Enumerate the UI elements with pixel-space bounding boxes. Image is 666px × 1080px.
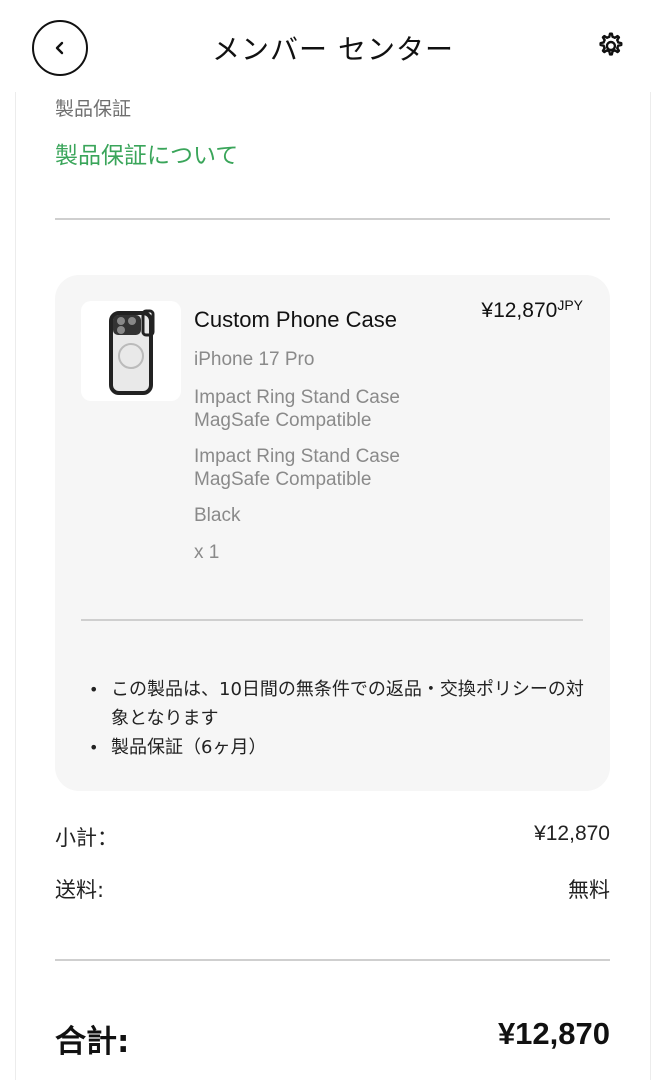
card-divider	[81, 619, 583, 621]
option-style-secondary: Impact Ring Stand Case MagSafe Compatibl…	[194, 446, 400, 490]
page-title: メンバー センター	[212, 33, 454, 66]
list-item: 製品保証（6ヶ月）	[89, 733, 589, 762]
app-header: メンバー センター	[0, 0, 666, 92]
option-style: Impact Ring Stand Case MagSafe Compatibl…	[194, 387, 400, 431]
option-color: Black	[194, 505, 241, 526]
currency-label: JPY	[557, 297, 583, 313]
policy-list: この製品は、10日間の無条件での返品・交換ポリシーの対象となります 製品保証（6…	[89, 675, 589, 762]
total-value: ¥12,870	[497, 1016, 610, 1051]
divider	[55, 959, 610, 961]
subtotal-label: 小計：	[55, 826, 118, 850]
product-card: Custom Phone Case ¥12,870JPY iPhone 17 P…	[55, 275, 610, 791]
shipping-value: 無料	[568, 879, 610, 902]
warranty-info-link[interactable]: 製品保証について	[55, 136, 238, 170]
list-item: この製品は、10日間の無条件での返品・交換ポリシーの対象となります	[89, 675, 589, 733]
product-name: Custom Phone Case	[194, 307, 397, 332]
total-label: 合計:	[55, 1024, 130, 1060]
option-model: iPhone 17 Pro	[194, 349, 315, 370]
gear-icon[interactable]	[594, 30, 626, 62]
subtotal-value: ¥12,870	[534, 822, 610, 845]
shipping-label: 送料:	[55, 878, 105, 902]
divider	[55, 218, 610, 220]
product-thumbnail	[81, 301, 181, 401]
product-price: ¥12,870JPY	[481, 297, 583, 322]
warranty-heading: 製品保証	[55, 98, 132, 120]
option-quantity: x 1	[194, 542, 220, 563]
phone-case-icon	[109, 309, 155, 395]
